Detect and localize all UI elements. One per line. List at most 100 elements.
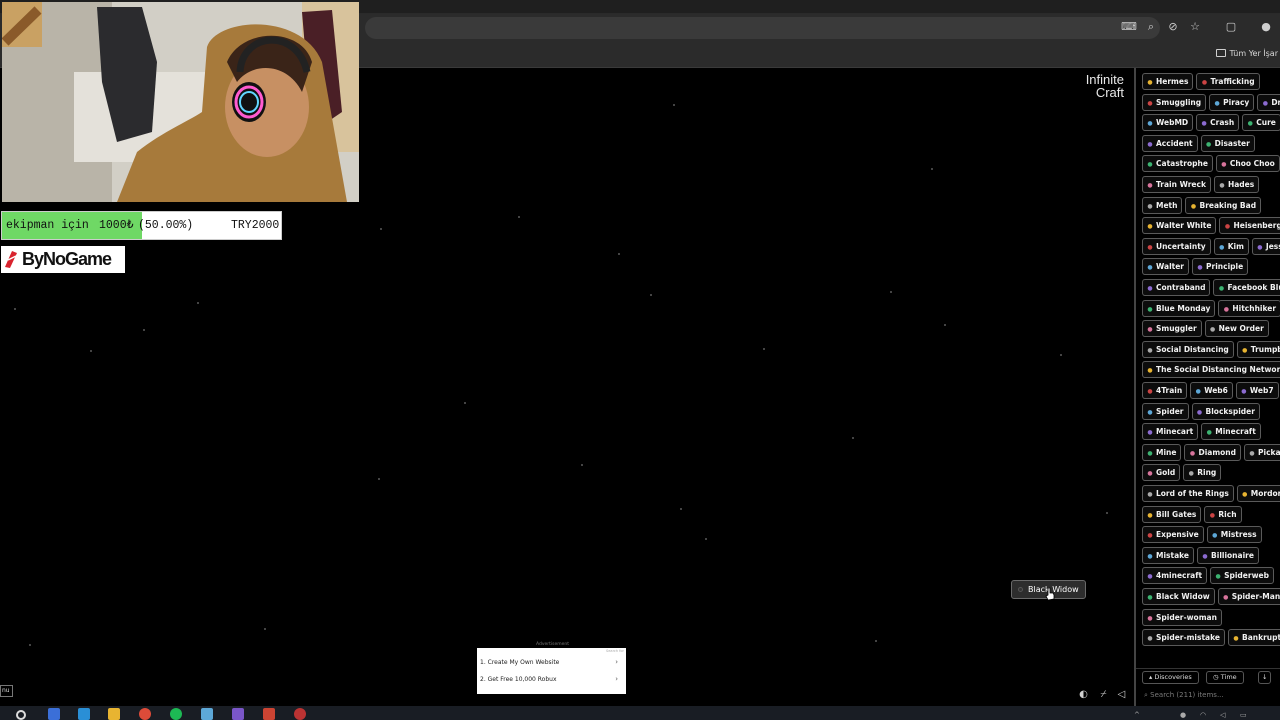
element-item[interactable]: ● Smuggling (1142, 93, 1207, 111)
element-item[interactable]: ● The Social Distancing Network (1142, 361, 1280, 379)
donation-goal-bar: ekipman için 1000₺ (50.00%) TRY2000 (1, 211, 282, 240)
element-item[interactable]: ● Hitchhiker (1218, 299, 1280, 317)
ad-link[interactable]: 2. Get Free 10,000 Robux › (480, 673, 620, 686)
element-label: Piracy (1223, 97, 1250, 107)
element-item[interactable]: ● Smuggler (1142, 320, 1202, 338)
app-icon[interactable] (201, 708, 213, 720)
element-item[interactable]: ● Disaster (1200, 134, 1255, 152)
advertisement[interactable]: Search for 1. Create My Own Website › 2. … (477, 648, 626, 694)
sort-time-button[interactable]: ◷ Time (1206, 671, 1244, 684)
all-bookmarks-button[interactable]: Tüm Yer İşar (1215, 47, 1278, 61)
tray-chevron-icon[interactable]: ^ (1134, 711, 1142, 719)
sort-direction-button[interactable]: ↓ (1258, 671, 1272, 684)
element-item[interactable]: ● Lord of the Rings (1142, 485, 1234, 502)
element-label: Principle (1206, 262, 1244, 272)
element-item[interactable]: ● Expensive (1142, 526, 1204, 544)
element-item[interactable]: ● Spider-Man (1217, 588, 1280, 605)
element-item[interactable]: ● Principle (1192, 258, 1249, 276)
element-item[interactable]: ● Heisenberg (1219, 217, 1280, 235)
folder-app-icon[interactable] (108, 708, 120, 720)
profile-icon[interactable]: ● (1258, 19, 1274, 35)
dark-mode-icon[interactable]: ◐ (1078, 689, 1089, 700)
element-item[interactable]: ● Kim (1213, 237, 1249, 255)
app-icon[interactable] (294, 708, 306, 720)
element-item[interactable]: ● Spider (1142, 402, 1189, 420)
zoom-icon[interactable]: ⌕ (1143, 19, 1159, 35)
element-item[interactable]: ● Trafficking (1196, 73, 1260, 90)
element-item[interactable]: ● Mistake (1142, 546, 1195, 564)
element-item[interactable]: ● Spider-mistake (1142, 629, 1225, 647)
app-icon[interactable] (263, 708, 275, 720)
extensions-icon[interactable]: ▢ (1223, 19, 1239, 35)
element-emoji-icon: ● (1147, 202, 1153, 210)
element-item[interactable]: ● Web6 (1190, 382, 1233, 399)
sound-icon[interactable]: ◁ (1116, 689, 1127, 700)
element-item[interactable]: ● Train Wreck (1142, 176, 1211, 193)
element-item[interactable]: ● 4minecraft (1142, 567, 1208, 585)
element-item[interactable]: ●Trumpbook (1236, 340, 1280, 358)
element-item[interactable]: ● Gold (1142, 464, 1181, 482)
store-app-icon[interactable] (78, 708, 90, 720)
element-item[interactable]: ● Bill Gates (1142, 505, 1202, 523)
element-item[interactable]: ● Choo Choo (1215, 155, 1280, 173)
element-item[interactable]: ● Web7 (1235, 382, 1279, 399)
sidebar-search-input[interactable]: ⌕ Search (211) items... (1144, 688, 1274, 702)
volume-icon[interactable]: ◁ (1220, 711, 1228, 719)
element-item[interactable]: ● Catastrophe (1142, 155, 1213, 173)
element-item[interactable]: ● Meth (1142, 196, 1183, 214)
element-item[interactable]: ● Diamond (1184, 443, 1242, 461)
element-item[interactable]: ●Dru (1257, 93, 1280, 111)
search-taskbar-icon[interactable] (16, 710, 26, 720)
element-item[interactable]: ● Billionaire (1197, 546, 1259, 564)
element-item[interactable]: ● Contraband (1142, 279, 1211, 296)
translate-icon[interactable]: ⌨ (1121, 19, 1137, 35)
wifi-icon[interactable]: ◠ (1200, 711, 1208, 719)
element-item[interactable]: ● Black Widow (1142, 588, 1215, 605)
element-item[interactable]: ● Social Distancing (1142, 340, 1234, 358)
broom-clear-icon[interactable]: ⌿ (1098, 689, 1109, 700)
element-item[interactable]: ●Jess (1251, 237, 1280, 255)
element-item[interactable]: ● New Order (1204, 320, 1269, 338)
element-item[interactable]: ● Ring (1183, 464, 1222, 482)
corner-tab[interactable]: nu (0, 685, 13, 697)
element-item[interactable]: ● Spiderweb (1210, 567, 1274, 585)
element-item[interactable]: ● Mistress (1206, 526, 1262, 544)
chrome-app-icon[interactable] (139, 708, 151, 720)
settings-app-icon[interactable] (48, 708, 60, 720)
star-bookmark-icon[interactable]: ☆ (1187, 19, 1203, 35)
tray-icon[interactable]: ● (1180, 711, 1188, 719)
element-item[interactable]: ● Minecart (1142, 423, 1199, 441)
element-item[interactable]: ● Hermes (1142, 73, 1194, 90)
element-item[interactable]: ●Pickax (1244, 443, 1280, 461)
star (518, 216, 520, 218)
element-item[interactable]: ● Mine (1142, 443, 1182, 461)
element-item[interactable]: ● WebMD (1142, 114, 1194, 132)
element-item[interactable]: ● 4Train (1142, 382, 1188, 399)
element-item[interactable]: ●Facebook Blue (1213, 279, 1280, 296)
ad-link[interactable]: 1. Create My Own Website › (480, 656, 620, 669)
discoveries-button[interactable]: ▴ Discoveries (1142, 671, 1199, 684)
spotify-app-icon[interactable] (170, 708, 182, 720)
star (264, 628, 266, 630)
element-item[interactable]: ● Cure (1242, 114, 1280, 132)
element-item[interactable]: ● Hades (1213, 176, 1260, 193)
element-item[interactable]: ● Blue Monday (1142, 299, 1216, 317)
element-item[interactable]: ● Spider-woman (1142, 608, 1222, 626)
discord-app-icon[interactable] (232, 708, 244, 720)
element-item[interactable]: ● Mordor (1236, 485, 1280, 502)
element-item[interactable]: ● Blockspider (1191, 402, 1260, 420)
element-item[interactable]: ● Walter White (1142, 217, 1217, 235)
element-item[interactable]: ● Rich (1204, 505, 1242, 523)
element-item[interactable]: ● Minecraft (1201, 423, 1261, 441)
element-item[interactable]: ● Accident (1142, 134, 1198, 152)
element-item[interactable]: ● Piracy (1209, 93, 1255, 111)
element-item[interactable]: ● Walter (1142, 258, 1190, 276)
element-sidebar[interactable]: ●Hermes●Trafficking●Smuggling●Piracy●Dru… (1134, 68, 1280, 706)
element-item[interactable]: ● Bankrupt (1227, 629, 1280, 647)
element-item[interactable]: ● Uncertainty (1142, 237, 1211, 255)
element-item[interactable]: ● Breaking Bad (1185, 196, 1262, 214)
battery-icon[interactable]: ▭ (1240, 711, 1248, 719)
address-bar[interactable] (365, 17, 1160, 39)
eye-off-icon[interactable]: ⊘ (1165, 19, 1181, 35)
element-item[interactable]: ● Crash (1196, 114, 1240, 132)
